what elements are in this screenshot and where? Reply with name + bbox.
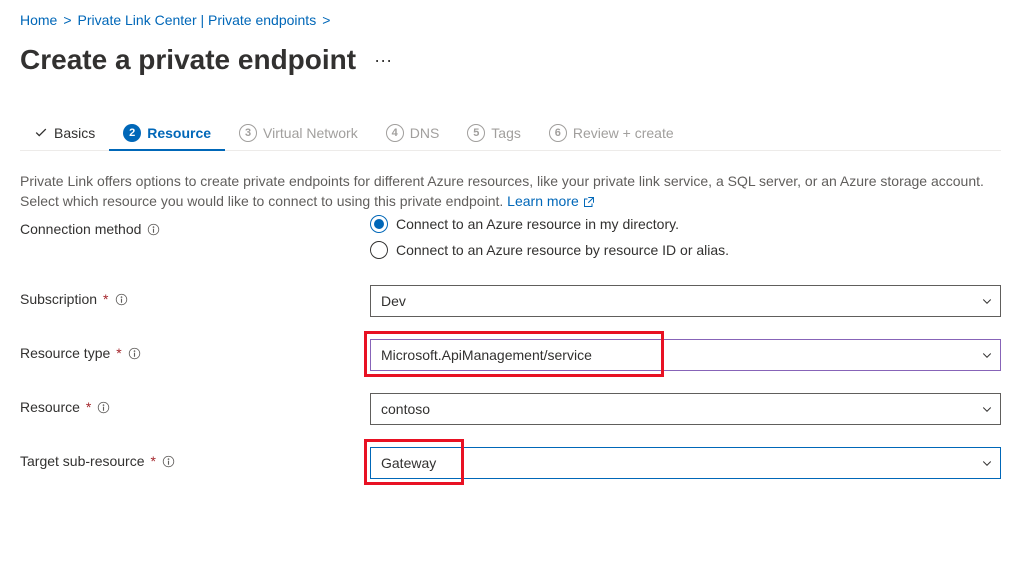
- check-icon: [34, 126, 48, 140]
- tab-resource[interactable]: 2 Resource: [109, 116, 225, 150]
- tab-virtual-network[interactable]: 3 Virtual Network: [225, 116, 372, 150]
- info-icon[interactable]: [115, 293, 128, 306]
- tab-review-label: Review + create: [573, 125, 674, 141]
- subscription-select[interactable]: Dev: [370, 285, 1001, 317]
- tab-review-create[interactable]: 6 Review + create: [535, 116, 688, 150]
- resource-label: Resource: [20, 399, 80, 415]
- info-icon[interactable]: [97, 401, 110, 414]
- subscription-label: Subscription: [20, 291, 97, 307]
- radio-connect-resource-id[interactable]: Connect to an Azure resource by resource…: [370, 241, 1001, 259]
- resource-type-value: Microsoft.ApiManagement/service: [381, 347, 592, 363]
- tab-tags[interactable]: 5 Tags: [453, 116, 535, 150]
- connection-method-label-row: Connection method: [20, 215, 370, 237]
- description-text: Private Link offers options to create pr…: [20, 171, 1001, 211]
- subscription-label-row: Subscription *: [20, 285, 370, 307]
- step-number-icon: 4: [386, 124, 404, 142]
- resource-type-select[interactable]: Microsoft.ApiManagement/service: [370, 339, 1001, 371]
- breadcrumb-separator: >: [322, 12, 330, 28]
- radio-connect-directory[interactable]: Connect to an Azure resource in my direc…: [370, 215, 1001, 233]
- step-number-icon: 2: [123, 124, 141, 142]
- target-sub-resource-label: Target sub-resource: [20, 453, 145, 469]
- tab-vnet-label: Virtual Network: [263, 125, 358, 141]
- info-icon[interactable]: [162, 455, 175, 468]
- tab-tags-label: Tags: [491, 125, 521, 141]
- required-indicator: *: [151, 453, 156, 469]
- external-link-icon: [583, 196, 595, 208]
- target-sub-resource-value: Gateway: [381, 455, 436, 471]
- tabs: Basics 2 Resource 3 Virtual Network 4 DN…: [20, 116, 1001, 151]
- resource-type-label-row: Resource type *: [20, 339, 370, 361]
- subscription-value: Dev: [381, 293, 406, 309]
- required-indicator: *: [86, 399, 91, 415]
- tab-dns-label: DNS: [410, 125, 440, 141]
- step-number-icon: 6: [549, 124, 567, 142]
- info-icon[interactable]: [147, 223, 160, 236]
- resource-type-label: Resource type: [20, 345, 110, 361]
- resource-value: contoso: [381, 401, 430, 417]
- step-number-icon: 3: [239, 124, 257, 142]
- tab-dns[interactable]: 4 DNS: [372, 116, 454, 150]
- breadcrumb-center[interactable]: Private Link Center | Private endpoints: [78, 12, 317, 28]
- required-indicator: *: [103, 291, 108, 307]
- resource-select[interactable]: contoso: [370, 393, 1001, 425]
- target-sub-resource-label-row: Target sub-resource *: [20, 447, 370, 469]
- tab-basics-label: Basics: [54, 125, 95, 141]
- page-title: Create a private endpoint: [20, 44, 356, 76]
- radio-label: Connect to an Azure resource in my direc…: [396, 216, 679, 232]
- radio-checked-icon: [370, 215, 388, 233]
- tab-basics[interactable]: Basics: [20, 117, 109, 149]
- radio-label: Connect to an Azure resource by resource…: [396, 242, 729, 258]
- breadcrumb-separator: >: [63, 12, 71, 28]
- resource-label-row: Resource *: [20, 393, 370, 415]
- connection-method-radio-group: Connect to an Azure resource in my direc…: [370, 215, 1001, 259]
- required-indicator: *: [116, 345, 121, 361]
- more-actions-button[interactable]: ···: [374, 50, 392, 71]
- page-title-row: Create a private endpoint ···: [20, 44, 1001, 76]
- tab-resource-label: Resource: [147, 125, 211, 141]
- target-sub-resource-select[interactable]: Gateway: [370, 447, 1001, 479]
- radio-unchecked-icon: [370, 241, 388, 259]
- connection-method-label: Connection method: [20, 221, 141, 237]
- info-icon[interactable]: [128, 347, 141, 360]
- breadcrumb: Home > Private Link Center | Private end…: [20, 12, 1001, 28]
- breadcrumb-home[interactable]: Home: [20, 12, 57, 28]
- learn-more-link[interactable]: Learn more: [507, 193, 594, 209]
- step-number-icon: 5: [467, 124, 485, 142]
